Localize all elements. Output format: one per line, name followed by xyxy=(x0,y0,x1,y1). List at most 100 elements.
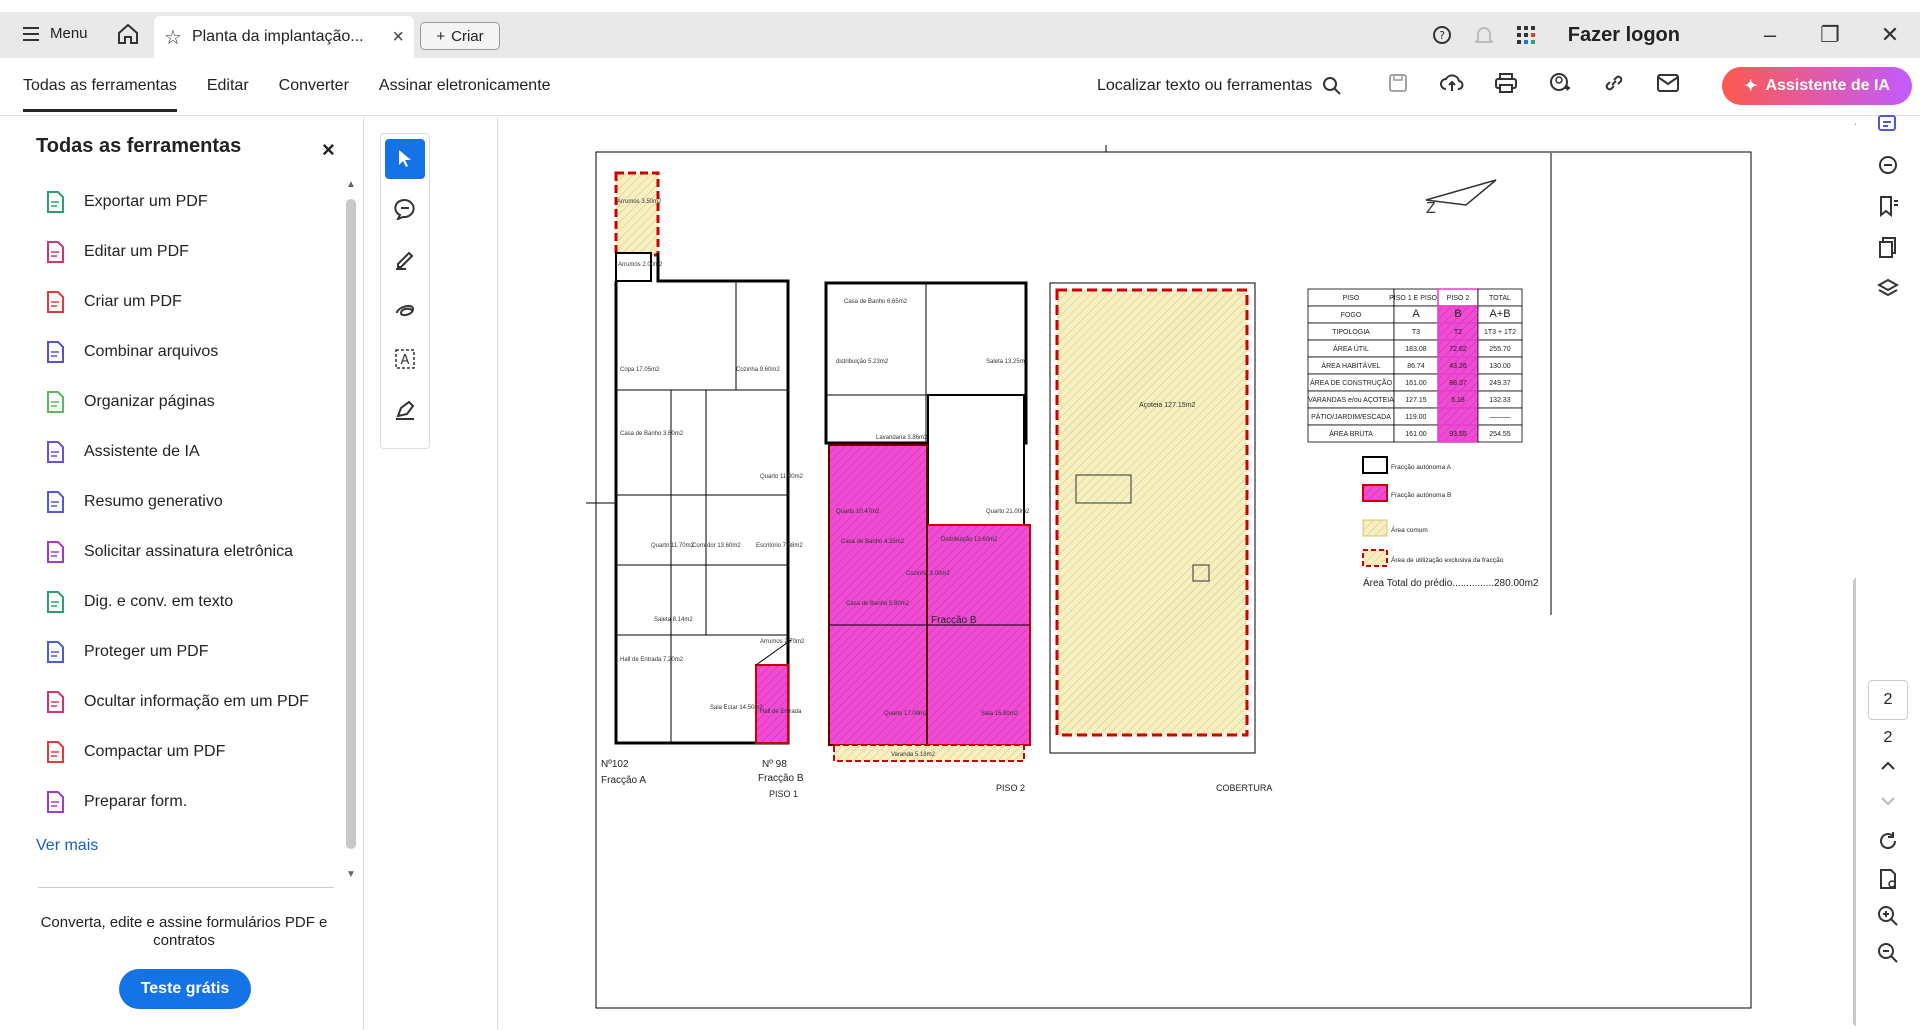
sidebar-tool-item[interactable]: Dig. e conv. em texto xyxy=(44,577,344,627)
document-info-icon[interactable] xyxy=(1876,867,1900,891)
tool-icon xyxy=(44,291,66,313)
sidebar-tool-item[interactable]: Preparar form. xyxy=(44,777,344,827)
table-cell-text: ——— xyxy=(1490,414,1511,421)
sidebar-tool-item[interactable]: Editar um PDF xyxy=(44,227,344,277)
email-icon[interactable] xyxy=(1656,71,1680,95)
find-tools[interactable]: Localizar texto ou ferramentas xyxy=(1097,76,1342,96)
room-label: Hall de Entrada xyxy=(760,709,802,715)
sidebar-tool-item[interactable]: Assistente de IA xyxy=(44,427,344,477)
share-user-icon[interactable] xyxy=(1548,71,1572,95)
sidebar-tool-item[interactable]: Ocultar informação em um PDF xyxy=(44,677,344,727)
tab-convert[interactable]: Converter xyxy=(279,77,349,112)
sidebar-tool-item[interactable]: Solicitar assinatura eletrônica xyxy=(44,527,344,577)
page-up-icon[interactable] xyxy=(1876,754,1900,778)
room-label: Casa de Banho 5.80m2 xyxy=(846,601,910,607)
bookmark-icon[interactable] xyxy=(1876,194,1900,218)
apps-icon[interactable] xyxy=(1516,25,1536,45)
plus-icon: + xyxy=(436,27,446,45)
tool-icon xyxy=(44,491,66,513)
ai-summary-icon[interactable] xyxy=(1876,111,1900,135)
layers-icon[interactable] xyxy=(1876,276,1900,300)
table-cell-text: 86.74 xyxy=(1407,363,1425,370)
document-tab[interactable]: ☆ Planta da implantação... × xyxy=(154,16,414,58)
print-icon[interactable] xyxy=(1494,71,1518,95)
home-icon[interactable] xyxy=(116,22,140,46)
sidebar-tool-item[interactable]: Compactar um PDF xyxy=(44,727,344,777)
link-icon[interactable] xyxy=(1602,71,1626,95)
table-cell-text: VARANDAS e/ou AÇOTEIA xyxy=(1308,397,1394,404)
star-icon[interactable]: ☆ xyxy=(164,25,182,50)
promo-text: Converta, edite e assine formulários PDF… xyxy=(40,914,328,949)
rotate-icon[interactable] xyxy=(1876,829,1900,853)
pdf-page: Z Nº102 Fracção A Nº 98 Fracção B PISO 1… xyxy=(586,145,1766,1015)
tool-icon xyxy=(44,541,66,563)
zoom-out-icon[interactable] xyxy=(1876,941,1900,965)
free-trial-button[interactable]: Teste grátis xyxy=(119,969,251,1009)
ai-assistant-button[interactable]: ✦ Assistente de IA xyxy=(1722,67,1912,105)
sidebar-tool-item[interactable]: Organizar páginas xyxy=(44,377,344,427)
room-label: Arrumos 2.70m2 xyxy=(760,639,805,645)
comments-icon[interactable] xyxy=(1876,153,1900,177)
window-close-icon[interactable]: ✕ xyxy=(1860,22,1920,48)
numero-b: Nº 98 xyxy=(762,759,787,770)
sidebar-tool-item[interactable]: Combinar arquivos xyxy=(44,327,344,377)
svg-text:Z: Z xyxy=(1426,200,1436,217)
sidebar-tool-item[interactable]: Proteger um PDF xyxy=(44,627,344,677)
sidebar-tool-item[interactable]: Exportar um PDF xyxy=(44,177,344,227)
help-icon[interactable]: ? xyxy=(1432,25,1452,45)
table-cell-text: PISO xyxy=(1343,295,1360,302)
see-more-link[interactable]: Ver mais xyxy=(36,837,98,855)
pages-icon[interactable] xyxy=(1876,235,1900,259)
sidebar-scroll-thumb[interactable] xyxy=(346,199,356,849)
cobertura-label: COBERTURA xyxy=(1216,783,1272,793)
login-button[interactable]: Fazer logon xyxy=(1568,24,1680,47)
comment-tool-icon[interactable] xyxy=(385,189,425,229)
tool-label: Compactar um PDF xyxy=(84,743,226,760)
highlight-tool-icon[interactable] xyxy=(385,239,425,279)
tool-label: Organizar páginas xyxy=(84,393,215,410)
restore-icon[interactable]: ❐ xyxy=(1800,22,1860,48)
current-page-field[interactable]: 2 xyxy=(1868,680,1908,720)
tab-sign[interactable]: Assinar eletronicamente xyxy=(379,77,551,112)
sidebar-tool-item[interactable]: Resumo generativo xyxy=(44,477,344,527)
tool-label: Editar um PDF xyxy=(84,243,189,260)
piso-1-plan xyxy=(586,171,792,745)
scroll-up-icon[interactable]: ▲ xyxy=(344,179,358,190)
sidebar-tool-item[interactable]: Criar um PDF xyxy=(44,277,344,327)
main-toolbar: Todas as ferramentas Editar Converter As… xyxy=(0,58,1920,116)
scroll-down-icon[interactable]: ▼ xyxy=(344,869,358,880)
save-icon[interactable] xyxy=(1386,71,1410,95)
bell-icon[interactable] xyxy=(1474,25,1494,45)
table-cell-text: 132.33 xyxy=(1489,397,1511,404)
table-cell-text: 88.37 xyxy=(1449,380,1467,387)
tool-label: Ocultar informação em um PDF xyxy=(84,693,309,710)
table-cell-text: A xyxy=(1412,308,1420,320)
document-viewer[interactable]: Z Nº102 Fracção A Nº 98 Fracção B PISO 1… xyxy=(497,117,1855,1030)
sign-tool-icon[interactable] xyxy=(385,389,425,429)
tools-list: Exportar um PDF Editar um PDF Criar um PDF… xyxy=(44,177,344,827)
table-cell-text: ÁREA HABITÁVEL xyxy=(1321,361,1380,370)
table-cell-text: B xyxy=(1454,308,1461,320)
sidebar-scrollbar[interactable]: ▲ ▼ xyxy=(344,179,358,885)
tab-edit[interactable]: Editar xyxy=(207,77,249,112)
table-cell-text: ÁREA DE CONSTRUÇÃO xyxy=(1310,378,1393,387)
minimize-icon[interactable]: – xyxy=(1740,22,1800,48)
tab-all-tools[interactable]: Todas as ferramentas xyxy=(23,77,177,112)
acoteia-label: Açoteia 127.15m2 xyxy=(1139,402,1196,409)
table-cell-text: T2 xyxy=(1454,329,1462,336)
table-cell-text: TIPOLOGIA xyxy=(1332,329,1370,336)
page-down-icon[interactable] xyxy=(1876,789,1900,813)
close-tab-icon[interactable]: × xyxy=(392,26,404,49)
draw-tool-icon[interactable] xyxy=(385,289,425,329)
zoom-in-icon[interactable] xyxy=(1876,904,1900,928)
tool-label: Proteger um PDF xyxy=(84,643,209,660)
search-icon xyxy=(1323,77,1341,95)
sidebar-close-icon[interactable]: × xyxy=(322,137,335,163)
menu-button[interactable]: Menu xyxy=(22,25,88,42)
tab-bar: Menu ☆ Planta da implantação... × + Cria… xyxy=(0,12,1920,58)
upload-cloud-icon[interactable] xyxy=(1440,71,1464,95)
text-box-tool-icon[interactable]: A xyxy=(385,339,425,379)
create-button[interactable]: + Criar xyxy=(420,22,500,50)
svg-text:?: ? xyxy=(1439,29,1445,42)
select-tool-icon[interactable] xyxy=(385,139,425,179)
